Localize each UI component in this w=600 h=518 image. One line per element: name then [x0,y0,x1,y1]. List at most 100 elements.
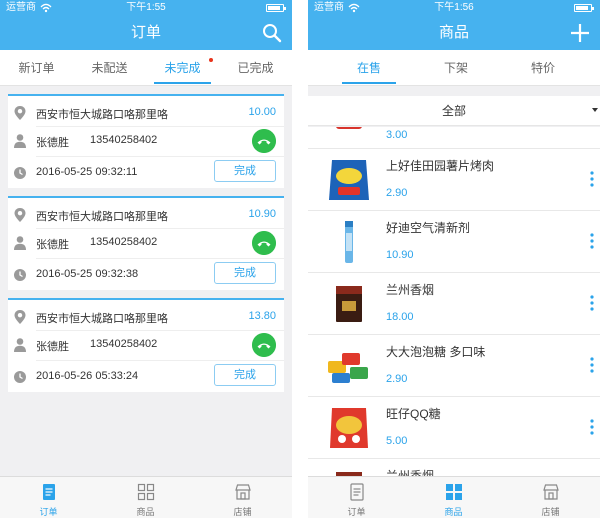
tabbar-label: 订单 [39,507,58,517]
product-list: 3.00 上好佳田园薯片烤肉 2.90 好迪空气清新剂 10.90 兰州香烟 1… [308,127,600,476]
customer-name: 张德胜 [36,341,69,353]
order-time: 2016-05-26 05:33:24 [36,370,139,382]
status-bar: 运营商 下午1:56 [308,0,600,16]
complete-button[interactable]: 完成 [214,160,276,182]
tabbar-item-products[interactable]: 商品 [405,477,502,518]
product-image [345,221,353,263]
product-image [336,127,362,129]
more-options-icon[interactable] [590,295,594,311]
more-options-icon[interactable] [590,233,594,249]
more-options-icon[interactable] [590,419,594,435]
document-icon [350,483,364,501]
tab-incomplete[interactable]: 未完成 [146,50,219,86]
tabbar-item-orders[interactable]: 订单 [308,477,405,518]
product-item[interactable]: 大大泡泡糖 多口味 2.90 [308,335,600,397]
product-name: 兰州香烟 [386,469,435,476]
page-title: 商品 [438,24,469,41]
order-price: 13.80 [248,310,276,322]
more-options-icon[interactable] [590,357,594,373]
tab-special-offer[interactable]: 特价 [508,50,578,86]
store-icon [543,484,559,500]
tab-undelivered[interactable]: 未配送 [73,50,146,86]
bottom-tab-bar: 订单 商品 店铺 [0,476,292,518]
tab-on-sale[interactable]: 在售 [334,50,404,86]
bottom-tab-bar: 订单 商品 店铺 [308,476,600,518]
tabbar-label: 店铺 [233,507,252,517]
tab-underline [342,82,396,84]
document-icon [43,484,55,500]
tabbar-item-store[interactable]: 店铺 [502,477,599,518]
call-button[interactable] [252,129,276,153]
customer-phone: 13540258402 [90,236,158,248]
search-icon[interactable] [262,23,282,43]
product-item[interactable]: 兰州香烟 [308,459,600,476]
page-title: 订单 [130,24,161,41]
product-item[interactable]: 3.00 [308,127,600,149]
complete-button[interactable]: 完成 [214,364,276,386]
order-address: 西安市恒大城路口咯那里咯 [36,211,168,223]
product-image [336,286,362,322]
customer-phone: 13540258402 [90,134,158,146]
tab-label: 特价 [530,61,555,75]
order-card[interactable]: 西安市恒大城路口咯那里咯 10.90 张德胜 13540258402 2016-… [8,196,284,290]
tab-label: 在售 [356,61,381,75]
complete-button[interactable]: 完成 [214,262,276,284]
tabbar-label: 订单 [347,507,366,517]
product-item[interactable]: 上好佳田园薯片烤肉 2.90 [308,149,600,211]
person-icon [14,236,26,250]
product-price: 2.90 [386,187,408,199]
store-icon [235,484,251,500]
status-time: 下午1:56 [434,2,474,13]
person-icon [14,134,26,148]
product-price: 2.90 [386,373,408,385]
clock-icon [14,371,26,383]
tab-off-shelf[interactable]: 下架 [421,50,491,86]
product-tabs: 在售 下架 特价 [308,50,600,86]
tabbar-label: 店铺 [541,507,560,517]
order-time: 2016-05-25 09:32:11 [36,166,138,178]
product-item[interactable]: 兰州香烟 18.00 [308,273,600,335]
product-name: 好迪空气清新剂 [386,221,471,235]
customer-name: 张德胜 [36,239,69,251]
more-options-icon[interactable] [590,171,594,187]
product-name: 旺仔QQ糖 [386,407,441,421]
order-price: 10.90 [248,208,276,220]
divider [36,258,284,259]
product-price: 3.00 [386,129,408,141]
orders-screen: 运营商 下午1:55 订单 新订单 未配送 未完成 已完成 西安市恒大城路口咯那… [0,0,292,518]
call-button[interactable] [252,231,276,255]
tabbar-item-store[interactable]: 店铺 [194,477,291,518]
category-filter[interactable]: 全部 [308,96,600,126]
order-address: 西安市恒大城路口咯那里咯 [36,313,168,325]
status-time: 下午1:55 [126,2,166,13]
product-item[interactable]: 旺仔QQ糖 5.00 [308,397,600,459]
tabbar-label: 商品 [136,507,155,517]
product-image [328,353,368,383]
product-price: 5.00 [386,435,408,447]
status-bar: 运营商 下午1:55 [0,0,292,16]
location-pin-icon [14,310,26,324]
clock-icon [14,269,26,281]
tabbar-item-orders[interactable]: 订单 [0,477,97,518]
order-address: 西安市恒大城路口咯那里咯 [36,109,168,121]
battery-icon [574,4,594,12]
product-name: 上好佳田园薯片烤肉 [386,159,495,173]
tab-completed[interactable]: 已完成 [219,50,292,86]
product-image [330,408,368,448]
dropdown-caret-icon [592,108,598,112]
tab-label: 未配送 [91,61,128,75]
tab-label: 未完成 [164,61,201,75]
call-button[interactable] [252,333,276,357]
tabbar-item-products[interactable]: 商品 [97,477,194,518]
order-card[interactable]: 西安市恒大城路口咯那里咯 13.80 张德胜 13540258402 2016-… [8,298,284,392]
product-item[interactable]: 好迪空气清新剂 10.90 [308,211,600,273]
customer-name: 张德胜 [36,137,69,149]
tab-new-orders[interactable]: 新订单 [0,50,73,86]
location-pin-icon [14,208,26,222]
order-tabs: 新订单 未配送 未完成 已完成 [0,50,292,86]
add-icon[interactable] [570,23,590,43]
tabbar-label: 商品 [444,507,463,517]
tab-label: 已完成 [237,61,274,75]
product-image [336,472,362,476]
order-card[interactable]: 西安市恒大城路口咯那里咯 10.00 张德胜 13540258402 2016-… [8,94,284,188]
